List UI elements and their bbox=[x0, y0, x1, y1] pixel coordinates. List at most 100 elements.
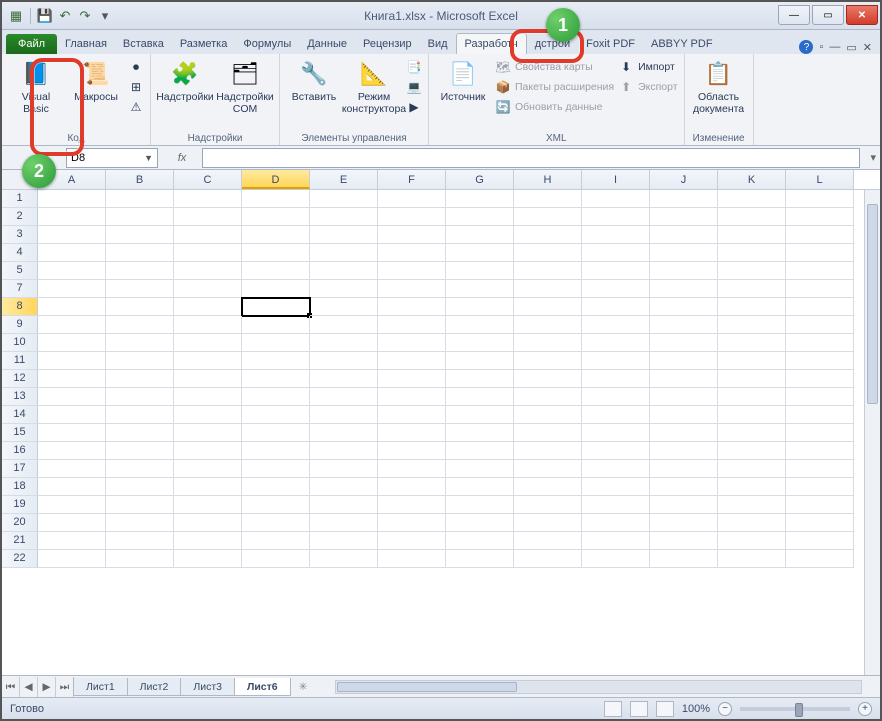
cell-D15[interactable] bbox=[242, 424, 310, 442]
cell-E9[interactable] bbox=[310, 316, 378, 334]
row-header-19[interactable]: 19 bbox=[2, 496, 38, 514]
cell-D8[interactable] bbox=[242, 298, 310, 316]
cell-J10[interactable] bbox=[650, 334, 718, 352]
cell-K1[interactable] bbox=[718, 190, 786, 208]
cell-A9[interactable] bbox=[38, 316, 106, 334]
cell-J14[interactable] bbox=[650, 406, 718, 424]
cell-A4[interactable] bbox=[38, 244, 106, 262]
tab-addin[interactable]: дстрой bbox=[527, 34, 578, 54]
tab-abbyy[interactable]: ABBYY PDF bbox=[643, 34, 721, 54]
cell-H17[interactable] bbox=[514, 460, 582, 478]
cell-K7[interactable] bbox=[718, 280, 786, 298]
fx-button[interactable]: fx bbox=[162, 152, 202, 164]
col-header-L[interactable]: L bbox=[786, 170, 854, 189]
row-header-18[interactable]: 18 bbox=[2, 478, 38, 496]
tab-insert[interactable]: Вставка bbox=[115, 34, 172, 54]
sheet-tab-Лист6[interactable]: Лист6 bbox=[234, 678, 291, 696]
cell-A16[interactable] bbox=[38, 442, 106, 460]
cell-G8[interactable] bbox=[446, 298, 514, 316]
cell-I18[interactable] bbox=[582, 478, 650, 496]
addins-button[interactable]: 🧩 Надстройки bbox=[157, 56, 213, 104]
cell-G1[interactable] bbox=[446, 190, 514, 208]
cell-H4[interactable] bbox=[514, 244, 582, 262]
cell-L15[interactable] bbox=[786, 424, 854, 442]
relative-refs-button[interactable]: ⊞ bbox=[128, 78, 144, 96]
cell-F20[interactable] bbox=[378, 514, 446, 532]
cell-A18[interactable] bbox=[38, 478, 106, 496]
cell-D12[interactable] bbox=[242, 370, 310, 388]
cell-L7[interactable] bbox=[786, 280, 854, 298]
cell-G18[interactable] bbox=[446, 478, 514, 496]
cell-B16[interactable] bbox=[106, 442, 174, 460]
cell-A7[interactable] bbox=[38, 280, 106, 298]
cell-A12[interactable] bbox=[38, 370, 106, 388]
cell-F16[interactable] bbox=[378, 442, 446, 460]
cell-B5[interactable] bbox=[106, 262, 174, 280]
insert-button[interactable]: 🔧 Вставить bbox=[286, 56, 342, 104]
col-header-C[interactable]: C bbox=[174, 170, 242, 189]
cell-D16[interactable] bbox=[242, 442, 310, 460]
qat-more-icon[interactable]: ▾ bbox=[97, 8, 113, 24]
tab-view[interactable]: Вид bbox=[420, 34, 456, 54]
cell-I16[interactable] bbox=[582, 442, 650, 460]
cell-G4[interactable] bbox=[446, 244, 514, 262]
cell-L1[interactable] bbox=[786, 190, 854, 208]
cell-F4[interactable] bbox=[378, 244, 446, 262]
cell-G12[interactable] bbox=[446, 370, 514, 388]
zoom-out-button[interactable]: − bbox=[718, 702, 732, 716]
cell-I22[interactable] bbox=[582, 550, 650, 568]
cell-E19[interactable] bbox=[310, 496, 378, 514]
cell-F10[interactable] bbox=[378, 334, 446, 352]
cell-J3[interactable] bbox=[650, 226, 718, 244]
cell-H22[interactable] bbox=[514, 550, 582, 568]
row-header-11[interactable]: 11 bbox=[2, 352, 38, 370]
cell-G9[interactable] bbox=[446, 316, 514, 334]
cell-F19[interactable] bbox=[378, 496, 446, 514]
cell-D7[interactable] bbox=[242, 280, 310, 298]
row-header-14[interactable]: 14 bbox=[2, 406, 38, 424]
cell-C12[interactable] bbox=[174, 370, 242, 388]
cell-K21[interactable] bbox=[718, 532, 786, 550]
cell-E16[interactable] bbox=[310, 442, 378, 460]
cell-G7[interactable] bbox=[446, 280, 514, 298]
cell-K8[interactable] bbox=[718, 298, 786, 316]
name-box-dropdown-icon[interactable]: ▼ bbox=[144, 153, 153, 163]
cell-E17[interactable] bbox=[310, 460, 378, 478]
cell-L9[interactable] bbox=[786, 316, 854, 334]
cell-H12[interactable] bbox=[514, 370, 582, 388]
cell-K5[interactable] bbox=[718, 262, 786, 280]
cell-C10[interactable] bbox=[174, 334, 242, 352]
cell-E7[interactable] bbox=[310, 280, 378, 298]
cell-E12[interactable] bbox=[310, 370, 378, 388]
cell-J17[interactable] bbox=[650, 460, 718, 478]
doc-close-icon[interactable]: ✕ bbox=[863, 41, 872, 54]
sheet-nav-next[interactable]: ▶ bbox=[38, 677, 56, 697]
sheet-nav-last[interactable]: ⏭ bbox=[56, 677, 74, 697]
cell-L21[interactable] bbox=[786, 532, 854, 550]
cell-A14[interactable] bbox=[38, 406, 106, 424]
cell-A10[interactable] bbox=[38, 334, 106, 352]
cell-D13[interactable] bbox=[242, 388, 310, 406]
cell-A22[interactable] bbox=[38, 550, 106, 568]
cell-C13[interactable] bbox=[174, 388, 242, 406]
cell-L19[interactable] bbox=[786, 496, 854, 514]
cell-B2[interactable] bbox=[106, 208, 174, 226]
cell-E1[interactable] bbox=[310, 190, 378, 208]
undo-icon[interactable]: ↶ bbox=[57, 8, 73, 24]
cell-H16[interactable] bbox=[514, 442, 582, 460]
macros-button[interactable]: 📜 Макросы bbox=[68, 56, 124, 104]
row-header-21[interactable]: 21 bbox=[2, 532, 38, 550]
cell-C20[interactable] bbox=[174, 514, 242, 532]
tab-foxit[interactable]: Foxit PDF bbox=[578, 34, 643, 54]
maximize-button[interactable]: ▭ bbox=[812, 5, 844, 25]
view-code-button[interactable]: 💻 bbox=[406, 78, 422, 96]
zoom-level[interactable]: 100% bbox=[682, 703, 710, 715]
cell-J4[interactable] bbox=[650, 244, 718, 262]
horizontal-scrollbar[interactable] bbox=[335, 680, 862, 694]
tab-developer[interactable]: Разработч bbox=[456, 33, 527, 54]
row-header-16[interactable]: 16 bbox=[2, 442, 38, 460]
cell-L13[interactable] bbox=[786, 388, 854, 406]
cell-C17[interactable] bbox=[174, 460, 242, 478]
cell-F7[interactable] bbox=[378, 280, 446, 298]
cell-K18[interactable] bbox=[718, 478, 786, 496]
